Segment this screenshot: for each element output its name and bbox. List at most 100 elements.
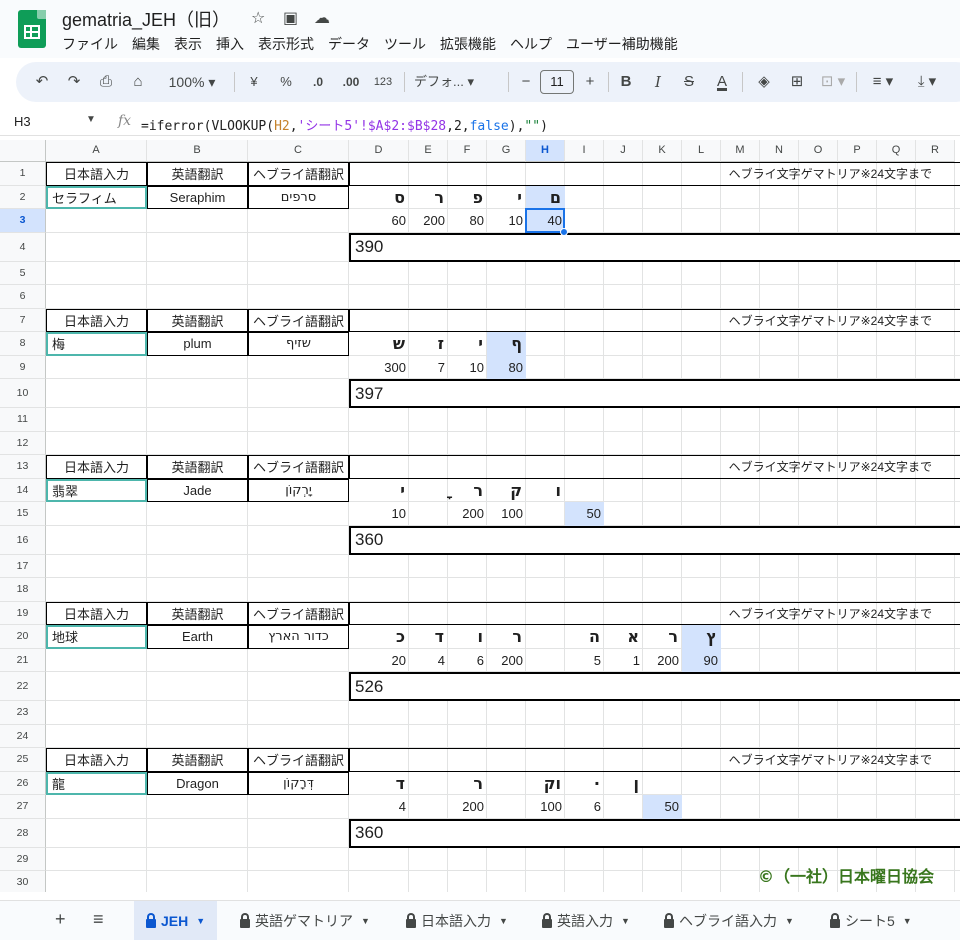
hebrew-letter-cell[interactable]: ס bbox=[349, 186, 409, 210]
sheet-tab-english-input[interactable]: 英語入力 ▼ bbox=[530, 901, 642, 940]
gematria-value-cell[interactable] bbox=[526, 649, 565, 673]
row-header-7[interactable]: 7 bbox=[0, 308, 46, 332]
sheet-tab-japanese-input[interactable]: 日本語入力 ▼ bbox=[394, 901, 520, 940]
hebrew-letter-cell[interactable]: ו bbox=[448, 625, 487, 649]
gematria-value-cell[interactable] bbox=[409, 502, 448, 526]
number-format-button[interactable]: 123 bbox=[370, 62, 396, 102]
hebrew-letter-cell[interactable] bbox=[409, 772, 448, 796]
zoom-select[interactable]: 100% ▾ bbox=[162, 62, 222, 102]
cloud-status-icon[interactable]: ☁ bbox=[314, 8, 330, 28]
row-header-11[interactable]: 11 bbox=[0, 408, 46, 432]
gematria-value-cell[interactable]: 4 bbox=[349, 795, 409, 819]
row-header-17[interactable]: 17 bbox=[0, 554, 46, 578]
hebrew-letter-cell[interactable]: פ bbox=[448, 186, 487, 210]
row-header-21[interactable]: 21 bbox=[0, 648, 46, 672]
row-header-12[interactable]: 12 bbox=[0, 431, 46, 455]
name-box-dropdown-icon[interactable]: ▼ bbox=[86, 114, 96, 125]
gematria-value-cell[interactable]: 1 bbox=[604, 649, 643, 673]
gematria-value-cell[interactable]: 10 bbox=[448, 356, 487, 380]
sheet-tab-english-gematria[interactable]: 英語ゲマトリア ▼ bbox=[228, 901, 382, 940]
gematria-value-cell[interactable]: 200 bbox=[409, 209, 448, 233]
bold-button[interactable]: B bbox=[616, 62, 636, 102]
column-header-m[interactable]: M bbox=[721, 140, 760, 162]
sheet-tab-jeh[interactable]: JEH ▼ bbox=[134, 901, 218, 940]
hebrew-letter-cell[interactable]: ם bbox=[526, 185, 565, 209]
column-header-f[interactable]: F bbox=[448, 140, 487, 162]
vertical-align-icon[interactable]: ⤓ ▾ bbox=[910, 62, 944, 102]
gematria-value-cell[interactable]: 200 bbox=[448, 795, 487, 819]
row-header-3[interactable]: 3 bbox=[0, 209, 46, 233]
row-header-20[interactable]: 20 bbox=[0, 625, 46, 649]
column-header-d[interactable]: D bbox=[349, 140, 409, 162]
menu-format[interactable]: 表示形式 bbox=[258, 34, 314, 54]
hebrew-letter-cell[interactable]: ָ bbox=[409, 479, 448, 503]
menu-file[interactable]: ファイル bbox=[62, 34, 118, 54]
gematria-value-cell[interactable] bbox=[526, 502, 565, 526]
hebrew-letter-cell[interactable]: ר bbox=[409, 186, 448, 210]
column-header-o[interactable]: O bbox=[799, 140, 838, 162]
row-header-9[interactable]: 9 bbox=[0, 355, 46, 379]
column-header-h[interactable]: H bbox=[526, 140, 565, 162]
gematria-value-cell[interactable]: 7 bbox=[409, 356, 448, 380]
menu-view[interactable]: 表示 bbox=[174, 34, 202, 54]
star-icon[interactable]: ☆ bbox=[251, 8, 265, 28]
hebrew-letter-cell[interactable]: · bbox=[565, 772, 604, 796]
spreadsheet-grid[interactable]: A B C D E F G H I J K L M N O P Q R 1 2 3 4 5 6 7 8 9 10 11 12 13 14 15 1… bbox=[0, 140, 960, 892]
column-header-r[interactable]: R bbox=[916, 140, 955, 162]
column-header-g[interactable]: G bbox=[487, 140, 526, 162]
row-header-30[interactable]: 30 bbox=[0, 871, 46, 892]
font-select[interactable]: デフォ... ▾ bbox=[414, 62, 498, 102]
gematria-value-cell[interactable] bbox=[487, 795, 526, 819]
decrease-font-size-button[interactable]: − bbox=[516, 62, 536, 102]
row-header-23[interactable]: 23 bbox=[0, 701, 46, 725]
all-sheets-menu-icon[interactable]: ≡ bbox=[93, 909, 104, 930]
menu-extensions[interactable]: 拡張機能 bbox=[440, 34, 496, 54]
row-header-10[interactable]: 10 bbox=[0, 379, 46, 408]
name-box[interactable]: H3 bbox=[14, 114, 31, 129]
hebrew-letter-cell[interactable]: ץ bbox=[682, 625, 721, 649]
column-header-p[interactable]: P bbox=[838, 140, 877, 162]
hebrew-letter-cell[interactable]: ר bbox=[448, 479, 487, 503]
fill-handle[interactable] bbox=[560, 227, 568, 236]
document-title[interactable]: gematria_JEH（旧） bbox=[62, 6, 230, 32]
row-header-13[interactable]: 13 bbox=[0, 455, 46, 479]
undo-icon[interactable]: ↶ bbox=[32, 62, 52, 102]
column-header-k[interactable]: K bbox=[643, 140, 682, 162]
merge-cells-icon[interactable]: ⊡ ▾ bbox=[818, 62, 848, 102]
hebrew-letter-cell[interactable]: ר bbox=[643, 625, 682, 649]
row-header-28[interactable]: 28 bbox=[0, 818, 46, 848]
jp-input-field[interactable]: 梅 bbox=[46, 332, 147, 356]
row-header-16[interactable]: 16 bbox=[0, 525, 46, 555]
row-header-26[interactable]: 26 bbox=[0, 771, 46, 795]
gematria-value-cell[interactable]: 90 bbox=[682, 648, 721, 672]
fill-color-icon[interactable]: ◈ bbox=[752, 62, 776, 102]
row-header-18[interactable]: 18 bbox=[0, 578, 46, 602]
formula-input[interactable]: =iferror(VLOOKUP(H2,'シート5'!$A$2:$B$28,2,… bbox=[141, 115, 548, 134]
hebrew-letter-cell[interactable]: ד bbox=[349, 772, 409, 796]
hebrew-letter-cell[interactable]: ז bbox=[409, 332, 448, 356]
row-header-8[interactable]: 8 bbox=[0, 332, 46, 356]
gematria-value-cell[interactable]: 80 bbox=[487, 355, 526, 379]
menu-accessibility[interactable]: ユーザー補助機能 bbox=[566, 34, 678, 54]
hebrew-letter-cell[interactable]: י bbox=[448, 332, 487, 356]
column-header-c[interactable]: C bbox=[248, 140, 349, 162]
gematria-value-cell[interactable]: 50 bbox=[643, 795, 682, 819]
row-header-24[interactable]: 24 bbox=[0, 724, 46, 748]
row-header-4[interactable]: 4 bbox=[0, 232, 46, 262]
hebrew-letter-cell[interactable]: ר bbox=[448, 772, 487, 796]
gematria-value-cell[interactable]: 10 bbox=[349, 502, 409, 526]
hebrew-letter-cell[interactable]: ו bbox=[526, 479, 565, 503]
hebrew-letter-cell[interactable] bbox=[526, 625, 565, 649]
gematria-value-cell[interactable]: 200 bbox=[448, 502, 487, 526]
move-folder-icon[interactable]: ▣ bbox=[283, 8, 298, 28]
hebrew-letter-cell[interactable]: ה bbox=[565, 625, 604, 649]
menu-help[interactable]: ヘルプ bbox=[510, 34, 552, 54]
increase-decimal-button[interactable]: .00 bbox=[338, 62, 364, 102]
hebrew-letter-cell[interactable]: כ bbox=[349, 625, 409, 649]
column-header-i[interactable]: I bbox=[565, 140, 604, 162]
hebrew-letter-cell[interactable]: א bbox=[604, 625, 643, 649]
hebrew-letter-cell[interactable]: י bbox=[487, 186, 526, 210]
row-header-2[interactable]: 2 bbox=[0, 185, 46, 209]
jp-input-field[interactable]: 龍 bbox=[46, 771, 147, 795]
row-header-5[interactable]: 5 bbox=[0, 261, 46, 285]
